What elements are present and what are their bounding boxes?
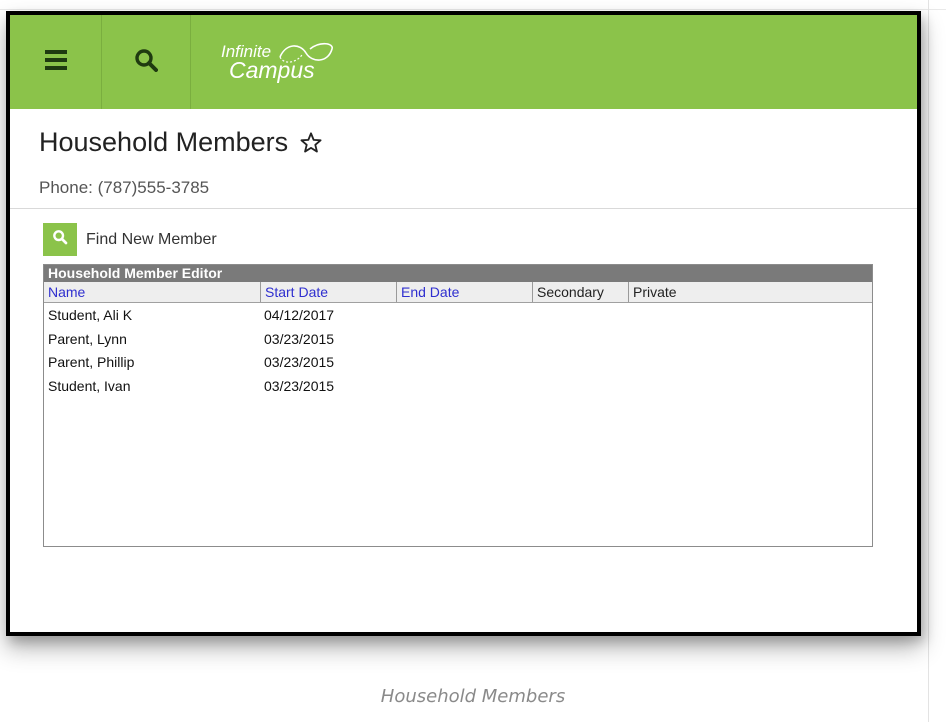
- cell-name: Student, Ali K: [48, 307, 133, 323]
- member-list: Student, Ali K 04/12/2017 Parent, Lynn 0…: [44, 303, 872, 397]
- page-edge: [928, 0, 929, 722]
- top-bar: Infinite Campus: [10, 15, 917, 109]
- cell-name: Parent, Phillip: [48, 354, 135, 370]
- household-phone: Phone: (787)555-3785: [39, 178, 210, 197]
- cell-start-date: 03/23/2015: [264, 330, 335, 347]
- household-member-editor: Household Member Editor Name Start Date …: [43, 264, 873, 547]
- cell-name: Parent, Lynn: [48, 330, 127, 347]
- table-row[interactable]: Student, Ivan 03/23/2015: [44, 374, 872, 398]
- cell-start-date: 03/23/2015: [264, 354, 335, 370]
- table-row[interactable]: Student, Ali K 04/12/2017: [44, 303, 872, 327]
- column-header-end-date[interactable]: End Date: [396, 282, 532, 302]
- editor-title: Household Member Editor: [44, 265, 872, 282]
- column-header-name[interactable]: Name: [44, 282, 260, 302]
- page-title: Household Members: [39, 127, 289, 157]
- screenshot-frame: Infinite Campus Household Members Phone:…: [6, 11, 921, 636]
- cell-start-date: 03/23/2015: [264, 377, 335, 394]
- divider: [10, 208, 917, 209]
- menu-button[interactable]: [10, 15, 102, 109]
- hamburger-menu-icon: [44, 49, 67, 75]
- search-button[interactable]: [102, 15, 191, 109]
- search-icon: [134, 48, 158, 77]
- table-row[interactable]: Parent, Lynn 03/23/2015: [44, 327, 872, 351]
- find-new-member-button[interactable]: [43, 223, 77, 256]
- find-new-member[interactable]: Find New Member: [43, 223, 217, 256]
- find-new-member-label[interactable]: Find New Member: [86, 231, 217, 249]
- cell-start-date: 04/12/2017: [264, 307, 335, 323]
- infinity-logo-icon: [279, 42, 333, 63]
- search-icon: [52, 229, 68, 250]
- column-header-start-date[interactable]: Start Date: [260, 282, 396, 302]
- table-row[interactable]: Parent, Phillip 03/23/2015: [44, 350, 872, 374]
- cell-name: Student, Ivan: [48, 377, 131, 394]
- column-header-private[interactable]: Private: [628, 282, 872, 302]
- page-edge: [0, 9, 946, 10]
- app-logo[interactable]: Infinite Campus: [191, 15, 421, 109]
- star-outline-icon[interactable]: [300, 132, 322, 153]
- column-header-secondary[interactable]: Secondary: [532, 282, 628, 302]
- grid-header: Name Start Date End Date Secondary Priva…: [44, 282, 872, 303]
- image-caption: Household Members: [380, 686, 566, 707]
